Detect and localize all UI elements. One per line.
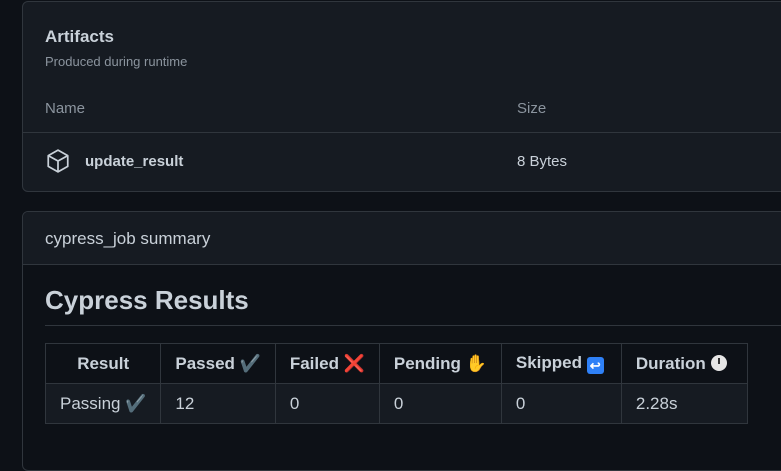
heading-rule (45, 325, 781, 326)
failed-cell: 0 (274, 383, 380, 424)
failed-header: Failed ❌ (274, 343, 380, 384)
results-table: Result Passed ✔️ Failed ❌ Pending ✋ Skip… (44, 343, 748, 424)
result-cell: Passing ✔️ (44, 383, 162, 424)
row-divider (23, 132, 781, 133)
table-row: Passing ✔️ 12 0 0 0 2.28s (44, 383, 748, 424)
duration-header: Duration (620, 343, 748, 384)
name-column-header: Name (45, 100, 86, 117)
summary-title: cypress_job summary (45, 229, 211, 248)
artifacts-subtitle: Produced during runtime (45, 54, 188, 69)
result-header: Result (44, 343, 162, 384)
table-header-row: Result Passed ✔️ Failed ❌ Pending ✋ Skip… (44, 343, 748, 384)
job-summary-panel: cypress_job summary Cypress Results Resu… (22, 211, 781, 471)
hand-icon: ✋ (465, 353, 487, 373)
artifacts-title: Artifacts (45, 27, 114, 46)
passed-cell: 12 (160, 383, 276, 424)
artifacts-panel: Artifacts Produced during runtime Name S… (22, 1, 781, 192)
pending-cell: 0 (378, 383, 502, 424)
results-heading: Cypress Results (45, 285, 249, 315)
skipped-cell: 0 (500, 383, 622, 424)
summary-header: cypress_job summary (23, 212, 781, 265)
size-column-header: Size (517, 100, 547, 117)
check-icon: ✔️ (125, 393, 147, 413)
passed-header: Passed ✔️ (160, 343, 276, 384)
pending-header: Pending ✋ (378, 343, 502, 384)
return-arrow-icon: ↩ (586, 357, 604, 374)
check-icon: ✔️ (239, 353, 261, 373)
package-icon (47, 149, 69, 173)
skipped-header: Skipped ↩ (500, 343, 622, 384)
artifact-link-update-result[interactable]: update_result (85, 153, 183, 170)
clock-icon (710, 354, 727, 371)
cross-icon: ❌ (343, 353, 365, 373)
duration-cell: 2.28s (620, 383, 748, 424)
artifact-size: 8 Bytes (517, 153, 568, 170)
